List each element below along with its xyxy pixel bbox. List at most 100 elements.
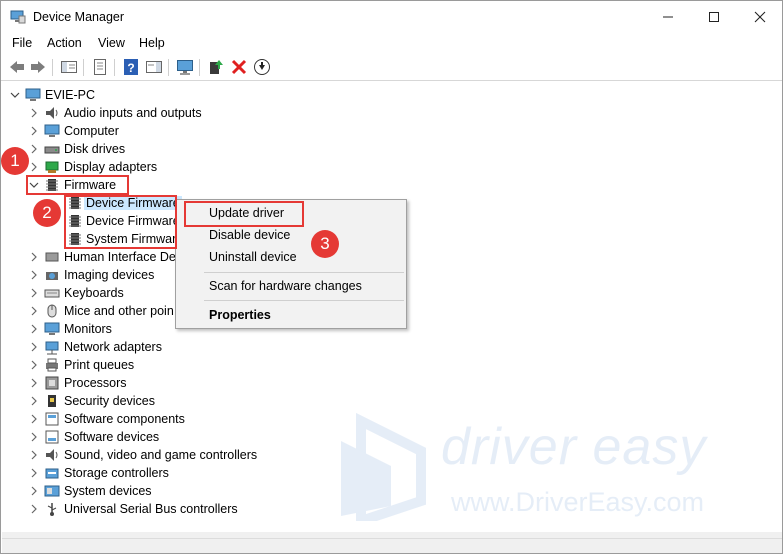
context-uninstall-device[interactable]: Uninstall device bbox=[209, 250, 297, 264]
menu-file[interactable]: File bbox=[12, 36, 32, 50]
tree-item-label: Display adapters bbox=[64, 160, 158, 174]
close-button[interactable] bbox=[737, 1, 783, 33]
tree-item-label: Audio inputs and outputs bbox=[64, 106, 202, 120]
tree-item-label: Storage controllers bbox=[64, 466, 169, 480]
chevron-right-icon[interactable] bbox=[27, 286, 41, 300]
forward-arrow-icon[interactable] bbox=[29, 58, 47, 76]
context-properties[interactable]: Properties bbox=[209, 308, 271, 322]
tree-item-print-queues[interactable]: Print queues bbox=[27, 356, 227, 374]
processor-icon bbox=[44, 375, 60, 391]
chevron-down-icon[interactable] bbox=[8, 88, 22, 102]
update-driver-icon[interactable] bbox=[207, 58, 225, 76]
tree-item-label: Imaging devices bbox=[64, 268, 155, 282]
mouse-icon bbox=[44, 303, 60, 319]
toolbar: ? bbox=[1, 55, 782, 81]
chevron-right-icon[interactable] bbox=[27, 376, 41, 390]
tree-item-label: Software components bbox=[64, 412, 185, 426]
computer-icon bbox=[25, 87, 41, 103]
software-device-icon bbox=[44, 429, 60, 445]
download-circle-icon[interactable] bbox=[253, 58, 271, 76]
speaker-icon bbox=[44, 105, 60, 121]
menu-bar: File Action View Help bbox=[1, 34, 782, 54]
tree-item-label: Network adapters bbox=[64, 340, 162, 354]
chevron-right-icon[interactable] bbox=[27, 322, 41, 336]
system-device-icon bbox=[44, 483, 60, 499]
tree-item-label: Disk drives bbox=[64, 142, 126, 156]
chevron-right-icon[interactable] bbox=[27, 250, 41, 264]
chevron-right-icon[interactable] bbox=[27, 484, 41, 498]
uninstall-red-x-icon[interactable] bbox=[230, 58, 248, 76]
chevron-right-icon[interactable] bbox=[27, 106, 41, 120]
update-driver-highlight-box bbox=[184, 201, 304, 227]
menu-help[interactable]: Help bbox=[139, 36, 165, 50]
step-badge-1: 1 bbox=[1, 147, 29, 175]
menu-view[interactable]: View bbox=[98, 36, 125, 50]
context-disable-device[interactable]: Disable device bbox=[209, 228, 290, 242]
tree-item-network[interactable]: Network adapters bbox=[27, 338, 227, 356]
minimize-button[interactable] bbox=[645, 1, 691, 33]
toolbar-separator bbox=[52, 59, 53, 76]
tree-item-display-adapters[interactable]: Display adapters bbox=[27, 158, 327, 176]
toolbar-separator bbox=[199, 59, 200, 76]
device-manager-window: Device Manager File Action View Help ? E… bbox=[0, 0, 783, 554]
menu-action[interactable]: Action bbox=[47, 36, 82, 50]
chevron-right-icon[interactable] bbox=[27, 448, 41, 462]
tree-item-security[interactable]: Security devices bbox=[27, 392, 227, 410]
tree-item-mice[interactable]: Mice and other poin bbox=[27, 302, 187, 320]
tree-item-label: System devices bbox=[64, 484, 152, 498]
tree-item-software-devices[interactable]: Software devices bbox=[27, 428, 247, 446]
tree-item-software-components[interactable]: Software components bbox=[27, 410, 247, 428]
storage-controller-icon bbox=[44, 465, 60, 481]
tree-item-label: Human Interface De bbox=[64, 250, 176, 264]
chevron-right-icon[interactable] bbox=[27, 304, 41, 318]
chevron-right-icon[interactable] bbox=[27, 394, 41, 408]
action-pane-icon[interactable] bbox=[145, 58, 163, 76]
tree-item-label: Sound, video and game controllers bbox=[64, 448, 258, 462]
back-arrow-icon[interactable] bbox=[8, 58, 26, 76]
hid-icon bbox=[44, 249, 60, 265]
firmware-highlight-box bbox=[26, 175, 129, 195]
watermark-brand: driver easy bbox=[441, 418, 707, 476]
tree-item-sound[interactable]: Sound, video and game controllers bbox=[27, 446, 287, 464]
chevron-right-icon[interactable] bbox=[27, 358, 41, 372]
chevron-right-icon[interactable] bbox=[27, 340, 41, 354]
tree-root[interactable]: EVIE-PC bbox=[8, 86, 208, 104]
tree-item-label: Software devices bbox=[64, 430, 160, 444]
step-badge-3: 3 bbox=[311, 230, 339, 258]
tree-item-label: Processors bbox=[64, 376, 127, 390]
chevron-right-icon[interactable] bbox=[27, 466, 41, 480]
tree-item-audio[interactable]: Audio inputs and outputs bbox=[27, 104, 327, 122]
show-hide-console-tree-icon[interactable] bbox=[60, 58, 78, 76]
chevron-right-icon[interactable] bbox=[27, 268, 41, 282]
chevron-right-icon[interactable] bbox=[27, 142, 41, 156]
chevron-right-icon[interactable] bbox=[27, 430, 41, 444]
camera-icon bbox=[44, 267, 60, 283]
chevron-right-icon[interactable] bbox=[27, 502, 41, 516]
tree-item-system-devices[interactable]: System devices bbox=[27, 482, 247, 500]
tree-item-processors[interactable]: Processors bbox=[27, 374, 227, 392]
firmware-children-highlight-box bbox=[64, 195, 177, 249]
monitor-scan-icon[interactable] bbox=[176, 58, 194, 76]
maximize-button[interactable] bbox=[691, 1, 737, 33]
tree-item-computer[interactable]: Computer bbox=[27, 122, 327, 140]
context-separator bbox=[204, 300, 404, 301]
svg-text:?: ? bbox=[127, 61, 134, 75]
printer-icon bbox=[44, 357, 60, 373]
tree-item-label: Universal Serial Bus controllers bbox=[64, 502, 238, 516]
tree-item-usb[interactable]: Universal Serial Bus controllers bbox=[27, 500, 287, 518]
toolbar-separator bbox=[168, 59, 169, 76]
help-icon[interactable]: ? bbox=[122, 58, 140, 76]
monitor-icon bbox=[44, 321, 60, 337]
context-separator bbox=[204, 272, 404, 273]
chevron-right-icon[interactable] bbox=[27, 412, 41, 426]
context-scan-hardware[interactable]: Scan for hardware changes bbox=[209, 279, 362, 293]
chevron-right-icon[interactable] bbox=[27, 160, 41, 174]
chevron-right-icon[interactable] bbox=[27, 124, 41, 138]
status-bar bbox=[2, 538, 782, 553]
tree-item-disk-drives[interactable]: Disk drives bbox=[27, 140, 327, 158]
toolbar-separator bbox=[114, 59, 115, 76]
tree-item-storage[interactable]: Storage controllers bbox=[27, 464, 247, 482]
security-device-icon bbox=[44, 393, 60, 409]
window-title: Device Manager bbox=[33, 10, 125, 24]
properties-icon[interactable] bbox=[91, 58, 109, 76]
